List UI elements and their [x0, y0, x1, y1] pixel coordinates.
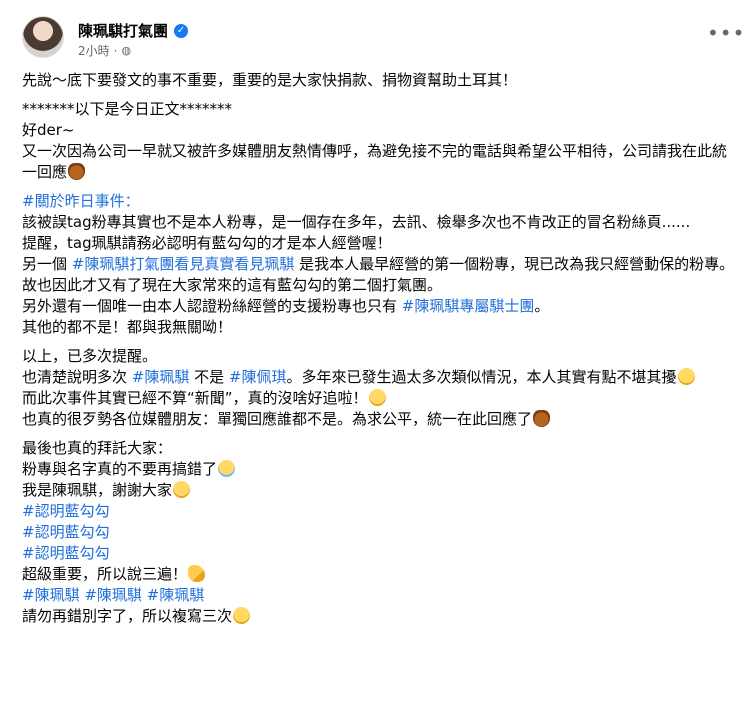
thanks-line: 我是陳珮騏，謝謝大家 — [22, 480, 735, 501]
post-meta: 2小時 · ◍ — [78, 42, 131, 59]
paragraph-5: 最後也真的拜託大家： 粉專與名字真的不要再搞錯了 我是陳珮騏，謝謝大家 #認明藍… — [22, 438, 735, 627]
explain-line: 該被誤tag粉專其實也不是本人粉專，是一個存在多年，去訊、檢舉多次也不肯改正的冒… — [22, 213, 691, 231]
intro-line: 又一次因為公司一早就又被許多媒體朋友熱情傳呼，為避免接不完的電話與希望公平相待，… — [22, 142, 728, 181]
globe-icon: ◍ — [121, 44, 132, 57]
reminder-line: 提醒，tag珮騏請務必認明有藍勾勾的才是本人經營喔！ — [22, 234, 392, 252]
more-options-icon[interactable]: ••• — [707, 23, 744, 48]
flexed-arm-emoji-icon — [188, 565, 206, 582]
page-name-link[interactable]: 陳珮騏打氣團 — [78, 20, 168, 41]
bear-emoji-icon — [533, 410, 551, 427]
facebook-post: 陳珮騏打氣團 ✓ 2小時 · ◍ ••• 先說～底下要發文的事不重要，重要的是大… — [0, 0, 755, 714]
hashtag-cheer-page[interactable]: #陳珮騏打氣團看見真實看見珮騏 — [72, 255, 295, 273]
greeting: 好der~ — [22, 121, 75, 139]
separator: · — [113, 43, 118, 58]
avatar[interactable] — [22, 16, 64, 58]
closing-line: 請勿再錯別字了，所以複寫三次 — [22, 606, 735, 627]
paragraph-3: #關於昨日事件： 該被誤tag粉專其實也不是本人粉專，是一個存在多年，去訊、檢舉… — [22, 191, 735, 338]
dont-confuse-line: 粉專與名字真的不要再搞錯了 — [22, 459, 735, 480]
grin-emoji-icon — [368, 389, 386, 406]
post-body: 先說～底下要發文的事不重要，重要的是大家快捐款、捐物資幫助土耳其！ ******… — [22, 70, 735, 635]
grin-emoji-icon — [233, 607, 251, 624]
hashtag-blue-check-3[interactable]: #認明藍勾勾 — [22, 543, 735, 564]
paragraph-4: 以上，已多次提醒。 也清楚說明多次 #陳珮騏 不是 #陳佩琪。多年來已發生過太多… — [22, 346, 735, 430]
hashtag-knights[interactable]: #陳珮騏專屬騏士團 — [402, 297, 535, 315]
grin-emoji-icon — [677, 368, 695, 385]
other-page-line: 另一個 #陳珮騏打氣團看見真實看見珮騏 是我本人最早經營的第一個粉專，現已改為我… — [22, 255, 735, 294]
paragraph-2: *******以下是今日正文******* 好der~ 又一次因為公司一早就又被… — [22, 99, 735, 183]
verified-check-icon: ✓ — [174, 23, 189, 38]
media-line: 也真的很歹勢各位媒體朋友：單獨回應誰都不是。為求公平，統一在此回應了 — [22, 409, 735, 430]
important-line: 超級重要，所以說三遍！ — [22, 564, 735, 585]
hashtag-yesterday[interactable]: #關於昨日事件： — [22, 191, 735, 212]
hashtag-blue-check-2[interactable]: #認明藍勾勾 — [22, 522, 735, 543]
grin-emoji-icon — [173, 481, 191, 498]
hashtag-name-triple[interactable]: #陳珮騏 #陳珮騏 #陳珮騏 — [22, 585, 735, 606]
hashtag-name[interactable]: #陳珮騏 — [132, 368, 190, 386]
name-clarify-line: 也清楚說明多次 #陳珮騏 不是 #陳佩琪。多年來已發生過太多次類似情況，本人其實… — [22, 367, 735, 388]
laugh-cry-emoji-icon — [218, 460, 236, 477]
name-row: 陳珮騏打氣團 ✓ — [78, 20, 189, 41]
paragraph-1: 先說～底下要發文的事不重要，重要的是大家快捐款、捐物資幫助土耳其！ — [22, 71, 518, 89]
hashtag-other-name[interactable]: #陳佩琪 — [229, 368, 287, 386]
above-line: 以上，已多次提醒。 — [22, 347, 158, 365]
news-line: 而此次事件其實已經不算“新聞”，真的沒啥好追啦！ — [22, 388, 735, 409]
final-request-line: 最後也真的拜託大家： — [22, 439, 173, 457]
timestamp-link[interactable]: 2小時 — [78, 42, 110, 59]
divider-text: *******以下是今日正文******* — [22, 100, 233, 118]
post-header: 陳珮騏打氣團 ✓ 2小時 · ◍ ••• — [22, 14, 744, 64]
bear-emoji-icon — [68, 163, 86, 180]
hashtag-blue-check-1[interactable]: #認明藍勾勾 — [22, 501, 735, 522]
disclaimer-line: 其他的都不是！都與我無關呦！ — [22, 318, 233, 336]
support-page-line: 另外還有一個唯一由本人認證粉絲經營的支援粉專也只有 #陳珮騏專屬騏士團。 — [22, 297, 550, 315]
